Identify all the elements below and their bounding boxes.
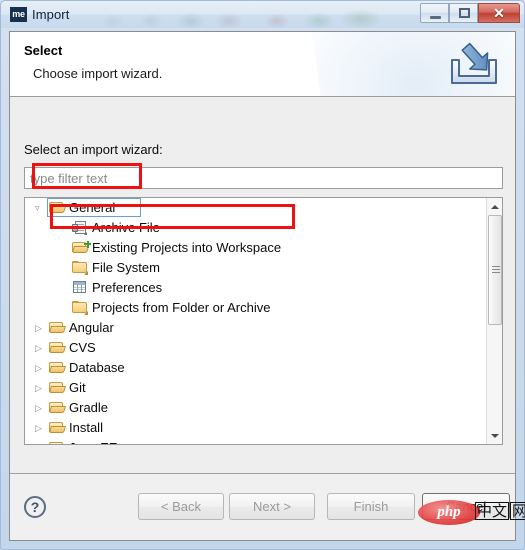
tree-row[interactable]: Projects from Folder or Archive	[25, 298, 487, 318]
tree-row[interactable]: ▷ CVS	[25, 338, 487, 358]
folder-open-icon	[48, 401, 67, 415]
tree-row-label: Git	[69, 380, 86, 395]
tree-row[interactable]: Preferences	[25, 278, 487, 298]
select-wizard-label: Select an import wizard:	[24, 142, 163, 157]
chevron-right-icon[interactable]: ▷	[35, 423, 44, 433]
folder-import-icon	[71, 241, 91, 255]
tree-row[interactable]: ▿ General	[25, 198, 487, 218]
tree-row-label: Gradle	[69, 400, 109, 415]
tree-row[interactable]: Existing Projects into Workspace	[25, 238, 487, 258]
chevron-right-icon[interactable]: ▷	[35, 443, 44, 444]
folder-icon	[72, 301, 88, 315]
scrollbar-grip-icon	[492, 266, 500, 275]
close-icon: ✕	[493, 5, 505, 21]
folder-open-icon	[48, 321, 67, 335]
maximize-button[interactable]	[449, 3, 478, 23]
help-button[interactable]: ?	[24, 496, 46, 518]
tree-row[interactable]: ▷ Git	[25, 378, 487, 398]
back-button[interactable]: < Back	[138, 493, 224, 520]
tree-row-label: Existing Projects into Workspace	[92, 240, 282, 255]
wizard-page: Select an import wizard: ▿ General Archive…	[10, 98, 515, 473]
preferences-icon	[72, 281, 88, 295]
tree-row-label: Angular	[69, 320, 114, 335]
scroll-down-button[interactable]	[487, 428, 502, 444]
folder-open-icon	[48, 341, 67, 355]
tree-row-label: Archive File	[92, 220, 160, 235]
tree-rows-container: ▿ General Archive File Existing Projects in…	[25, 198, 487, 444]
chevron-right-icon[interactable]: ▷	[35, 323, 44, 333]
tree-row-label: Preferences	[92, 280, 163, 295]
import-wizard-tree[interactable]: ▿ General Archive File Existing Projects in…	[24, 197, 503, 445]
tree-row[interactable]: ▷ Install	[25, 418, 487, 438]
archive-file-icon	[72, 221, 88, 235]
wizard-header: Select Choose import wizard.	[10, 32, 515, 97]
folder-open-icon	[48, 381, 67, 395]
minimize-icon	[430, 16, 441, 19]
tree-row-label: Install	[69, 420, 103, 435]
tree-row[interactable]: ▷ Gradle	[25, 398, 487, 418]
folder-open-icon	[49, 441, 65, 444]
import-wizard-icon	[451, 42, 497, 84]
tree-row-label: General	[69, 200, 116, 215]
dialog-body: Select Choose import wizard. Select an i…	[9, 31, 516, 541]
tree-row-label: CVS	[69, 340, 96, 355]
app-icon: me	[10, 7, 27, 22]
tree-scrollbar[interactable]	[486, 198, 502, 444]
window-title: Import	[32, 7, 70, 22]
scrollbar-thumb[interactable]	[488, 215, 502, 325]
next-button[interactable]: Next >	[229, 493, 315, 520]
tree-row[interactable]: Archive File	[25, 218, 487, 238]
scroll-up-button[interactable]	[487, 198, 502, 214]
tree-row-label: Database	[69, 360, 125, 375]
folder-open-icon	[48, 421, 67, 435]
page-title: Select	[24, 43, 63, 58]
maximize-icon	[459, 8, 470, 18]
folder-open-icon	[48, 361, 67, 375]
tree-row[interactable]: ▷ Angular	[25, 318, 487, 338]
title-bar[interactable]: me Import ✕	[1, 1, 524, 28]
minimize-button[interactable]	[420, 3, 449, 23]
tree-row-label: Java EE	[69, 438, 117, 444]
close-button[interactable]: ✕	[478, 3, 520, 23]
tree-row-label: Projects from Folder or Archive	[92, 300, 271, 315]
folder-icon	[72, 261, 88, 275]
chevron-right-icon[interactable]: ▷	[35, 343, 44, 353]
tree-row[interactable]: ▷ Java EE	[25, 438, 487, 444]
chevron-right-icon[interactable]: ▷	[35, 403, 44, 413]
import-dialog-window: me Import ✕ Select Choose import wizard.	[0, 0, 525, 550]
filter-input[interactable]	[24, 167, 503, 189]
triangle-up-icon	[491, 205, 499, 209]
button-bar: ? < Back Next > Finish Cancel	[10, 474, 515, 540]
tree-row[interactable]: File System	[25, 258, 487, 278]
finish-button[interactable]: Finish	[327, 493, 415, 520]
page-description: Choose import wizard.	[33, 66, 163, 81]
chevron-right-icon[interactable]: ▷	[35, 383, 44, 393]
chevron-down-icon[interactable]: ▿	[35, 203, 44, 213]
chevron-right-icon[interactable]: ▷	[35, 363, 44, 373]
tree-row[interactable]: ▷ Database	[25, 358, 487, 378]
tree-row-label: File System	[92, 260, 160, 275]
cancel-button[interactable]: Cancel	[422, 493, 510, 520]
folder-open-icon	[48, 201, 67, 215]
triangle-down-icon	[491, 434, 499, 438]
